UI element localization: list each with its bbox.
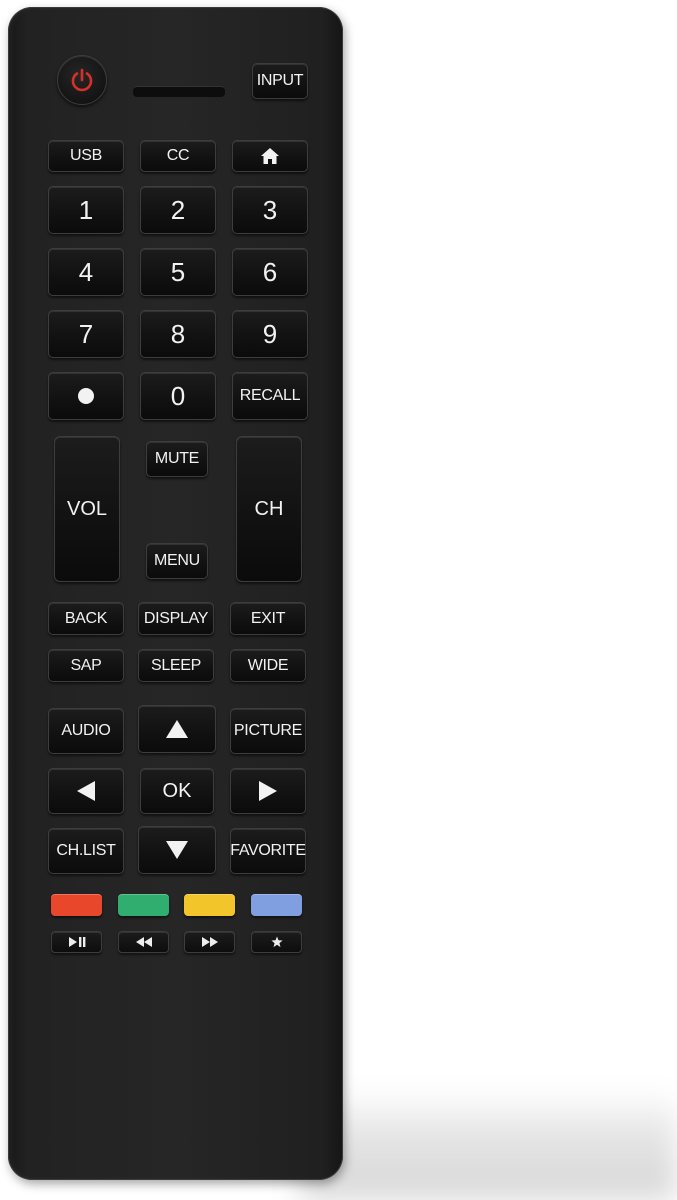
picture-label: PICTURE xyxy=(233,722,303,739)
cc-label: CC xyxy=(166,147,190,164)
yellow-key[interactable] xyxy=(184,894,235,916)
digit-4-button[interactable]: 4 xyxy=(48,248,124,296)
play-pause-icon xyxy=(67,936,87,948)
left-button[interactable] xyxy=(48,768,124,814)
digit-0-label: 0 xyxy=(170,381,186,411)
digit-9-button[interactable]: 9 xyxy=(232,310,308,358)
input-label: INPUT xyxy=(256,72,304,89)
usb-label: USB xyxy=(70,147,102,164)
digit-4-label: 4 xyxy=(78,257,94,287)
play-pause-button[interactable] xyxy=(51,931,102,953)
digit-8-label: 8 xyxy=(170,319,186,349)
digit-3-button[interactable]: 3 xyxy=(232,186,308,234)
down-button[interactable] xyxy=(138,826,216,874)
arrow-down-icon xyxy=(164,839,190,861)
rewind-icon xyxy=(134,936,154,948)
fast-forward-icon xyxy=(200,936,220,948)
dot-button[interactable] xyxy=(48,372,124,420)
usb-button[interactable]: USB xyxy=(48,140,124,172)
green-key[interactable] xyxy=(118,894,169,916)
ok-label: OK xyxy=(162,780,192,802)
audio-label: AUDIO xyxy=(61,722,111,739)
display-label: DISPLAY xyxy=(143,609,209,627)
ok-button[interactable]: OK xyxy=(140,768,214,814)
sap-button[interactable]: SAP xyxy=(48,649,124,682)
favorite-button[interactable]: FAVORITE xyxy=(230,828,306,874)
digit-2-label: 2 xyxy=(170,195,186,225)
star-icon xyxy=(270,936,283,948)
digit-9-label: 9 xyxy=(262,319,278,349)
arrow-left-icon xyxy=(75,779,97,803)
red-key[interactable] xyxy=(51,894,102,916)
digit-1-label: 1 xyxy=(78,195,94,225)
wide-label: WIDE xyxy=(247,656,289,674)
arrow-right-icon xyxy=(257,779,279,803)
tv-remote-body xyxy=(8,7,343,1180)
ir-window xyxy=(133,86,225,97)
power-button[interactable] xyxy=(57,55,107,105)
sleep-label: SLEEP xyxy=(150,656,202,674)
floor-shadow xyxy=(300,1090,677,1200)
digit-6-label: 6 xyxy=(262,257,278,287)
digit-7-label: 7 xyxy=(78,319,94,349)
digit-2-button[interactable]: 2 xyxy=(140,186,216,234)
right-button[interactable] xyxy=(230,768,306,814)
digit-1-button[interactable]: 1 xyxy=(48,186,124,234)
digit-6-button[interactable]: 6 xyxy=(232,248,308,296)
audio-button[interactable]: AUDIO xyxy=(48,708,124,754)
recall-button[interactable]: RECALL xyxy=(232,372,308,420)
back-button[interactable]: BACK xyxy=(48,602,124,635)
input-button[interactable]: INPUT xyxy=(252,63,308,99)
sleep-button[interactable]: SLEEP xyxy=(138,649,214,682)
menu-label: MENU xyxy=(154,552,200,569)
volume-rocker[interactable]: VOL xyxy=(54,436,120,582)
digit-0-button[interactable]: 0 xyxy=(140,372,216,420)
dot-icon xyxy=(77,387,95,405)
star-button[interactable] xyxy=(251,931,302,953)
digit-3-label: 3 xyxy=(262,195,278,225)
channel-rocker[interactable]: CH xyxy=(236,436,302,582)
cc-button[interactable]: CC xyxy=(140,140,216,172)
digit-5-label: 5 xyxy=(170,257,186,287)
recall-label: RECALL xyxy=(239,387,301,404)
vol-label: VOL xyxy=(66,498,108,520)
exit-label: EXIT xyxy=(250,609,286,627)
digit-8-button[interactable]: 8 xyxy=(140,310,216,358)
picture-button[interactable]: PICTURE xyxy=(230,708,306,754)
exit-button[interactable]: EXIT xyxy=(230,602,306,635)
ch-label: CH xyxy=(254,498,284,520)
menu-button[interactable]: MENU xyxy=(146,543,208,579)
mute-label: MUTE xyxy=(154,450,200,467)
favorite-label: FAVORITE xyxy=(230,842,306,859)
sap-label: SAP xyxy=(70,656,102,674)
digit-7-button[interactable]: 7 xyxy=(48,310,124,358)
channel-list-button[interactable]: CH.LIST xyxy=(48,828,124,874)
rewind-button[interactable] xyxy=(118,931,169,953)
home-icon xyxy=(259,146,281,166)
up-button[interactable] xyxy=(138,705,216,753)
blue-key[interactable] xyxy=(251,894,302,916)
back-label: BACK xyxy=(64,609,108,627)
arrow-up-icon xyxy=(164,718,190,740)
chlist-label: CH.LIST xyxy=(56,842,116,859)
power-icon xyxy=(69,67,95,93)
fast-forward-button[interactable] xyxy=(184,931,235,953)
wide-button[interactable]: WIDE xyxy=(230,649,306,682)
digit-5-button[interactable]: 5 xyxy=(140,248,216,296)
mute-button[interactable]: MUTE xyxy=(146,441,208,477)
display-button[interactable]: DISPLAY xyxy=(138,602,214,635)
home-button[interactable] xyxy=(232,140,308,172)
